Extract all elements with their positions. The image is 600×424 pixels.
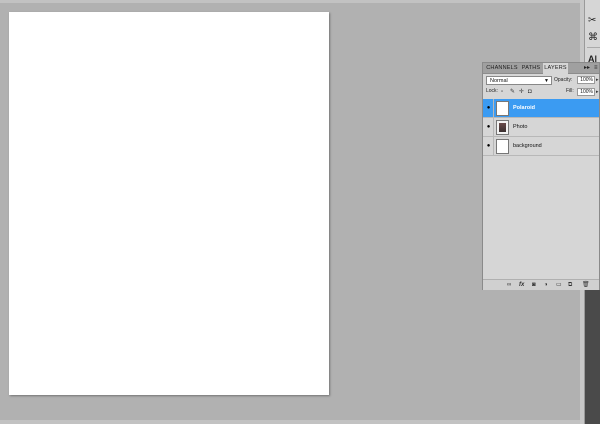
layers-panel-footer: ∞ fx ◙ ◑ ▭ ⧉ 🗑 [483,279,599,290]
tab-channels[interactable]: CHANNELS [485,63,519,73]
tab-layers[interactable]: LAYERS [543,63,568,74]
lock-paint-icon[interactable]: ✎ [510,89,516,95]
panel-collapse-icon[interactable]: ▸▸ [584,63,590,73]
opacity-label: Opacity: [554,77,573,83]
adjustment-layer-icon[interactable]: ◑ [544,280,548,290]
eye-icon: ● [486,143,491,149]
eye-icon: ● [486,124,491,130]
link-layers-icon[interactable]: ∞ [507,280,511,290]
workspace-bottom-edge [0,420,580,424]
tab-paths[interactable]: PATHS [520,63,542,73]
blend-mode-select[interactable]: Normal ▼ [486,76,552,85]
tool-strip-dark-area [585,290,600,424]
document-canvas[interactable] [9,12,329,395]
eye-icon: ● [486,105,491,111]
layer-row-photo[interactable]: ● Photo [483,118,599,137]
history-brush-icon[interactable]: ✂ [588,15,600,27]
panel-menu-icon[interactable]: ≡ [594,63,598,73]
layer-name[interactable]: background [513,137,542,156]
chevron-down-icon: ▼ [544,78,549,84]
tool-separator [587,47,600,48]
visibility-toggle[interactable]: ● [483,118,494,137]
visibility-toggle[interactable]: ● [483,137,494,156]
blend-mode-value: Normal [490,78,508,84]
lock-transparent-icon[interactable]: ▫ [501,89,507,95]
layer-style-icon[interactable]: fx [519,280,524,290]
opacity-field[interactable]: 100% [577,76,595,84]
layer-thumbnail [496,101,509,116]
layer-name[interactable]: Photo [513,118,527,137]
fill-slider-icon[interactable]: ▸ [596,88,599,96]
layer-row-polaroid[interactable]: ● Polaroid [483,99,599,118]
tool-presets-icon[interactable]: ⌘ [588,32,600,44]
layer-row-background[interactable]: ● background [483,137,599,156]
lock-all-icon[interactable]: ◘ [528,89,534,95]
lock-position-icon[interactable]: ✛ [519,89,525,95]
fill-field[interactable]: 100% [577,88,595,96]
lock-label: Lock: [486,88,498,94]
layer-name[interactable]: Polaroid [513,99,535,118]
layer-thumbnail [496,120,509,135]
add-mask-icon[interactable]: ◙ [532,280,536,290]
layers-panel: CHANNELS PATHS LAYERS ▸▸ ≡ Normal ▼ Opac… [482,62,600,290]
workspace-top-edge [0,0,580,3]
visibility-toggle[interactable]: ● [483,99,494,118]
delete-layer-icon[interactable]: 🗑 [582,280,590,290]
new-group-icon[interactable]: ▭ [556,280,562,290]
panel-tab-bar: CHANNELS PATHS LAYERS ▸▸ ≡ [483,63,599,74]
layer-thumbnail [496,139,509,154]
opacity-slider-icon[interactable]: ▸ [596,76,599,84]
fill-label: Fill: [566,88,574,94]
new-layer-icon[interactable]: ⧉ [568,280,572,290]
